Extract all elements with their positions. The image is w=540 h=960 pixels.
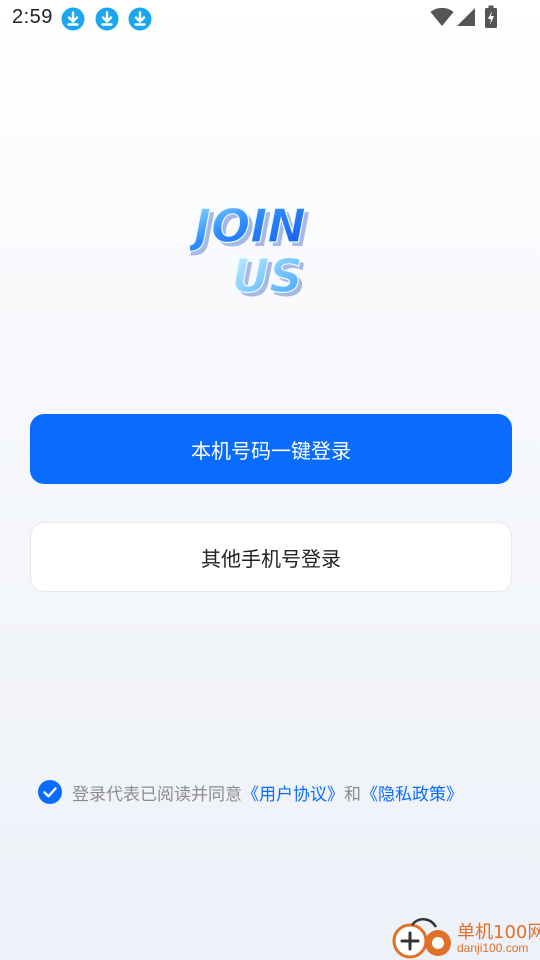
agreement-row: 登录代表已阅读并同意 《用户协议》 和 《隐私政策》 <box>38 779 463 805</box>
download-icon <box>95 7 119 31</box>
status-bar: 2:59 <box>0 0 540 36</box>
battery-charging-icon <box>485 5 497 28</box>
watermark: 单机100网 danji100.com <box>390 915 540 960</box>
agreement-checkbox[interactable] <box>38 780 62 804</box>
other-phone-login-label: 其他手机号登录 <box>201 546 341 571</box>
download-icon <box>61 7 85 31</box>
watermark-domain: danji100.com <box>457 941 529 955</box>
join-us-logo: JOIN JOIN US US <box>190 198 310 304</box>
status-time: 2:59 <box>12 6 53 28</box>
wifi-icon <box>430 7 454 26</box>
one-click-login-label: 本机号码一键登录 <box>191 438 351 463</box>
download-icon <box>128 7 152 31</box>
user-agreement-link[interactable]: 《用户协议》 <box>242 780 344 805</box>
logo-line-2: US <box>232 249 302 303</box>
one-click-login-button[interactable]: 本机号码一键登录 <box>30 414 512 484</box>
other-phone-login-button[interactable]: 其他手机号登录 <box>30 522 512 592</box>
agreement-prefix: 登录代表已阅读并同意 <box>72 784 242 805</box>
watermark-logo-icon <box>392 918 451 959</box>
agreement-conjunction: 和 <box>344 784 361 805</box>
privacy-policy-link[interactable]: 《隐私政策》 <box>361 780 463 805</box>
signal-icon <box>457 8 475 26</box>
logo-line-1: JOIN <box>190 199 306 253</box>
